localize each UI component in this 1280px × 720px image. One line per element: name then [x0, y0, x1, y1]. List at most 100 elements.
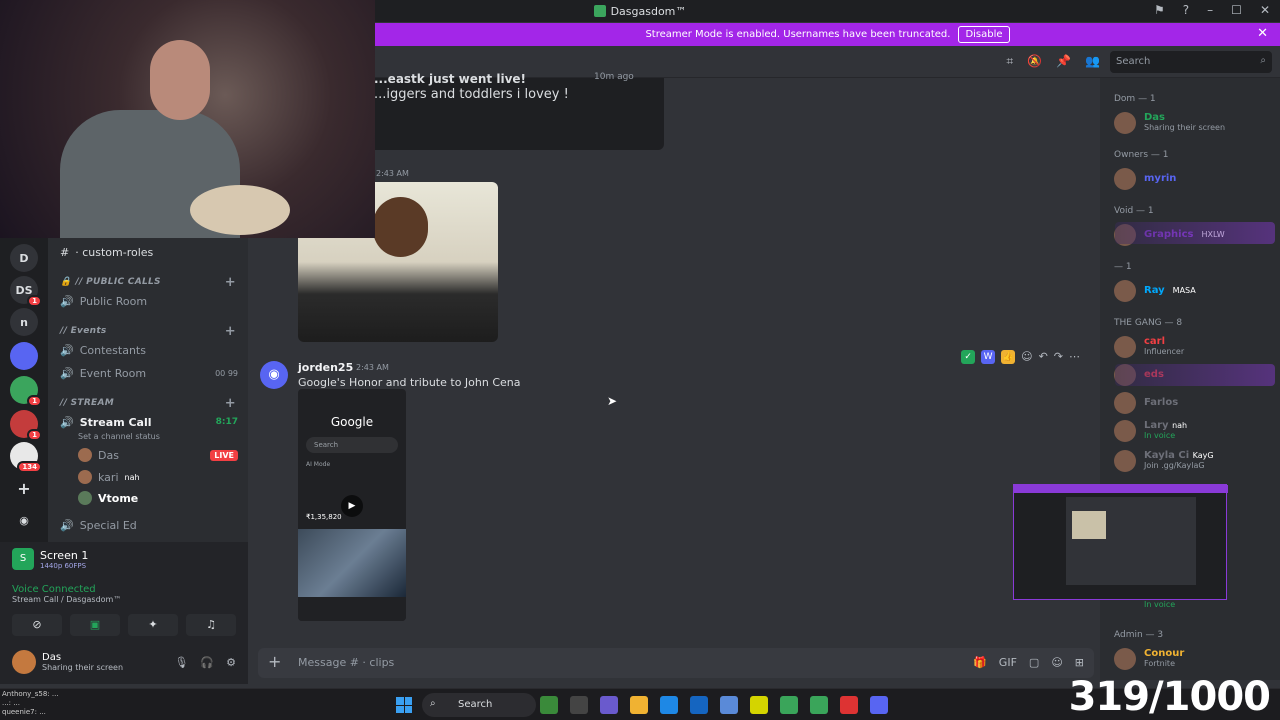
message-author[interactable]: jorden25 — [298, 361, 353, 374]
camera-off-button[interactable]: ⊘ — [12, 614, 62, 636]
channel-item[interactable]: 🔊 Special Ed — [48, 515, 248, 535]
member-item[interactable]: In voice — [1114, 600, 1175, 609]
emoji-icon[interactable]: ☺ — [1051, 656, 1062, 669]
add-attachment-icon[interactable]: + — [268, 652, 281, 671]
app-icon[interactable] — [570, 696, 588, 714]
group-label: Dom — 1 — [1114, 94, 1156, 104]
threads-icon[interactable]: ⌗ — [1006, 54, 1013, 69]
close-banner-icon[interactable]: ✕ — [1257, 26, 1268, 41]
reply-icon[interactable]: ↶ — [1039, 350, 1048, 364]
help-icon[interactable]: ? — [1183, 3, 1189, 17]
server-icon[interactable]: n — [10, 308, 38, 336]
member-item[interactable]: Kayla Ci KayG Join .gg/KaylaG — [1114, 450, 1214, 472]
phone-search: Search — [306, 437, 398, 453]
channel-item[interactable]: 🔊 Event Room 00 99 — [48, 363, 248, 383]
maximize-button[interactable]: ☐ — [1231, 3, 1242, 17]
voice-location[interactable]: Stream Call / Dasgasdom™ — [12, 595, 121, 604]
w-reaction-icon[interactable]: W — [981, 350, 996, 364]
pin-icon[interactable]: 📌 — [1056, 54, 1071, 69]
message-composer[interactable]: + Message # · clips 🎁 GIF ▢ ☺ ⊞ — [258, 648, 1094, 678]
member-item[interactable]: carl Influencer — [1114, 336, 1184, 358]
server-icon[interactable]: 1 — [10, 410, 42, 441]
server-icon[interactable]: 1 — [10, 376, 42, 407]
close-button[interactable]: ✕ — [1260, 3, 1270, 17]
thumbs-up-reaction-icon[interactable]: 👍 — [1001, 350, 1016, 364]
member-status: Join .gg/KaylaG — [1144, 461, 1205, 470]
composer-placeholder: Message # · clips — [298, 656, 395, 669]
app-icon[interactable] — [720, 696, 738, 714]
screen-share-button[interactable]: ▣ — [70, 614, 120, 636]
member-name: carl — [1144, 336, 1166, 347]
forward-icon[interactable]: ↷ — [1054, 350, 1063, 364]
voice-user[interactable]: Vtome — [48, 488, 248, 508]
video-attachment[interactable]: Google Search AI Mode ₹1,35,820 ▶ — [298, 389, 406, 621]
disable-button[interactable]: Disable — [958, 26, 1010, 43]
add-channel-icon[interactable]: + — [225, 396, 236, 411]
member-item[interactable]: myrin — [1114, 168, 1176, 190]
server-icon[interactable]: 134 — [10, 442, 42, 473]
avatar — [1114, 280, 1136, 302]
voice-user[interactable]: Das LIVE — [48, 445, 248, 465]
members-icon[interactable]: 👥 — [1085, 54, 1100, 69]
add-reaction-icon[interactable]: ☺ — [1021, 350, 1032, 364]
edge-icon[interactable] — [660, 696, 678, 714]
voice-user[interactable]: kari nah — [48, 467, 248, 487]
app-icon[interactable] — [600, 696, 618, 714]
category[interactable]: // Events + — [48, 321, 248, 341]
voice-user-name: Das — [98, 448, 119, 462]
apps-icon[interactable]: ⊞ — [1075, 656, 1084, 669]
search-input[interactable]: Search ⌕ — [1110, 51, 1272, 73]
current-user[interactable]: Das Sharing their screen — [12, 650, 123, 674]
member-item[interactable]: Lary nah In voice — [1114, 420, 1187, 442]
member-name: Ray — [1144, 285, 1165, 296]
member-item[interactable]: Conour Fortnite — [1114, 648, 1184, 670]
soundboard-button[interactable]: ♫ — [186, 614, 236, 636]
gift-icon[interactable]: 🎁 — [973, 656, 987, 669]
mute-icon[interactable]: 🔕 — [1027, 54, 1042, 69]
activities-button[interactable]: ✦ — [128, 614, 178, 636]
member-item[interactable]: Das Sharing their screen — [1114, 112, 1225, 134]
gif-icon[interactable]: GIF — [999, 656, 1017, 669]
discord-icon[interactable] — [870, 696, 888, 714]
member-tag: nah — [1172, 421, 1188, 430]
member-item[interactable]: Farlos — [1114, 392, 1178, 414]
play-icon[interactable]: ▶ — [341, 495, 363, 517]
channel-item[interactable]: 🔊 Contestants — [48, 340, 248, 360]
channel-status[interactable]: Set a channel status — [48, 426, 248, 446]
sticker-icon[interactable]: ▢ — [1029, 656, 1039, 669]
chrome-icon[interactable] — [780, 696, 798, 714]
more-icon[interactable]: ⋯ — [1069, 350, 1080, 364]
app-icon[interactable] — [840, 696, 858, 714]
discord-avatar[interactable]: ◉ — [260, 361, 288, 389]
minimize-button[interactable]: – — [1207, 3, 1213, 17]
app-icon[interactable] — [690, 696, 708, 714]
windows-start-icon[interactable] — [396, 697, 412, 713]
google-logo: Google — [330, 415, 374, 429]
channel-item[interactable]: # · custom-roles — [48, 242, 248, 262]
server-icon[interactable]: DS 1 — [10, 276, 42, 307]
server-icon[interactable]: D — [10, 244, 38, 272]
file-explorer-icon[interactable] — [630, 696, 648, 714]
mic-icon[interactable]: 🎙 — [174, 656, 188, 669]
price-label: ₹1,35,820 — [306, 513, 342, 521]
category[interactable]: 🔒// PUBLIC CALLS + — [48, 272, 248, 292]
member-status: Sharing their screen — [1144, 123, 1226, 132]
settings-icon[interactable]: ⚙ — [226, 656, 236, 669]
folder-icon[interactable] — [10, 342, 38, 370]
app-icon[interactable] — [540, 696, 558, 714]
add-channel-icon[interactable]: + — [225, 324, 236, 339]
app-icon[interactable] — [750, 696, 768, 714]
headphones-icon[interactable]: 🎧 — [200, 656, 214, 669]
screen-share-status[interactable]: S Screen 1 1440p 60FPS — [12, 548, 88, 570]
discover-icon[interactable]: ◉ — [10, 506, 38, 534]
add-channel-icon[interactable]: + — [225, 275, 236, 290]
taskbar-search[interactable]: ⌕ Search — [422, 693, 536, 717]
screen-share-preview[interactable] — [1013, 484, 1228, 600]
category[interactable]: // STREAM + — [48, 393, 248, 413]
inbox-icon[interactable]: ⚑ — [1154, 3, 1165, 17]
member-item[interactable]: Ray MASA — [1114, 280, 1196, 302]
check-reaction-icon[interactable]: ✓ — [961, 350, 976, 364]
chrome-icon[interactable] — [810, 696, 828, 714]
channel-item[interactable]: 🔊 Public Room — [48, 291, 248, 311]
add-server-icon[interactable]: + — [10, 474, 38, 502]
